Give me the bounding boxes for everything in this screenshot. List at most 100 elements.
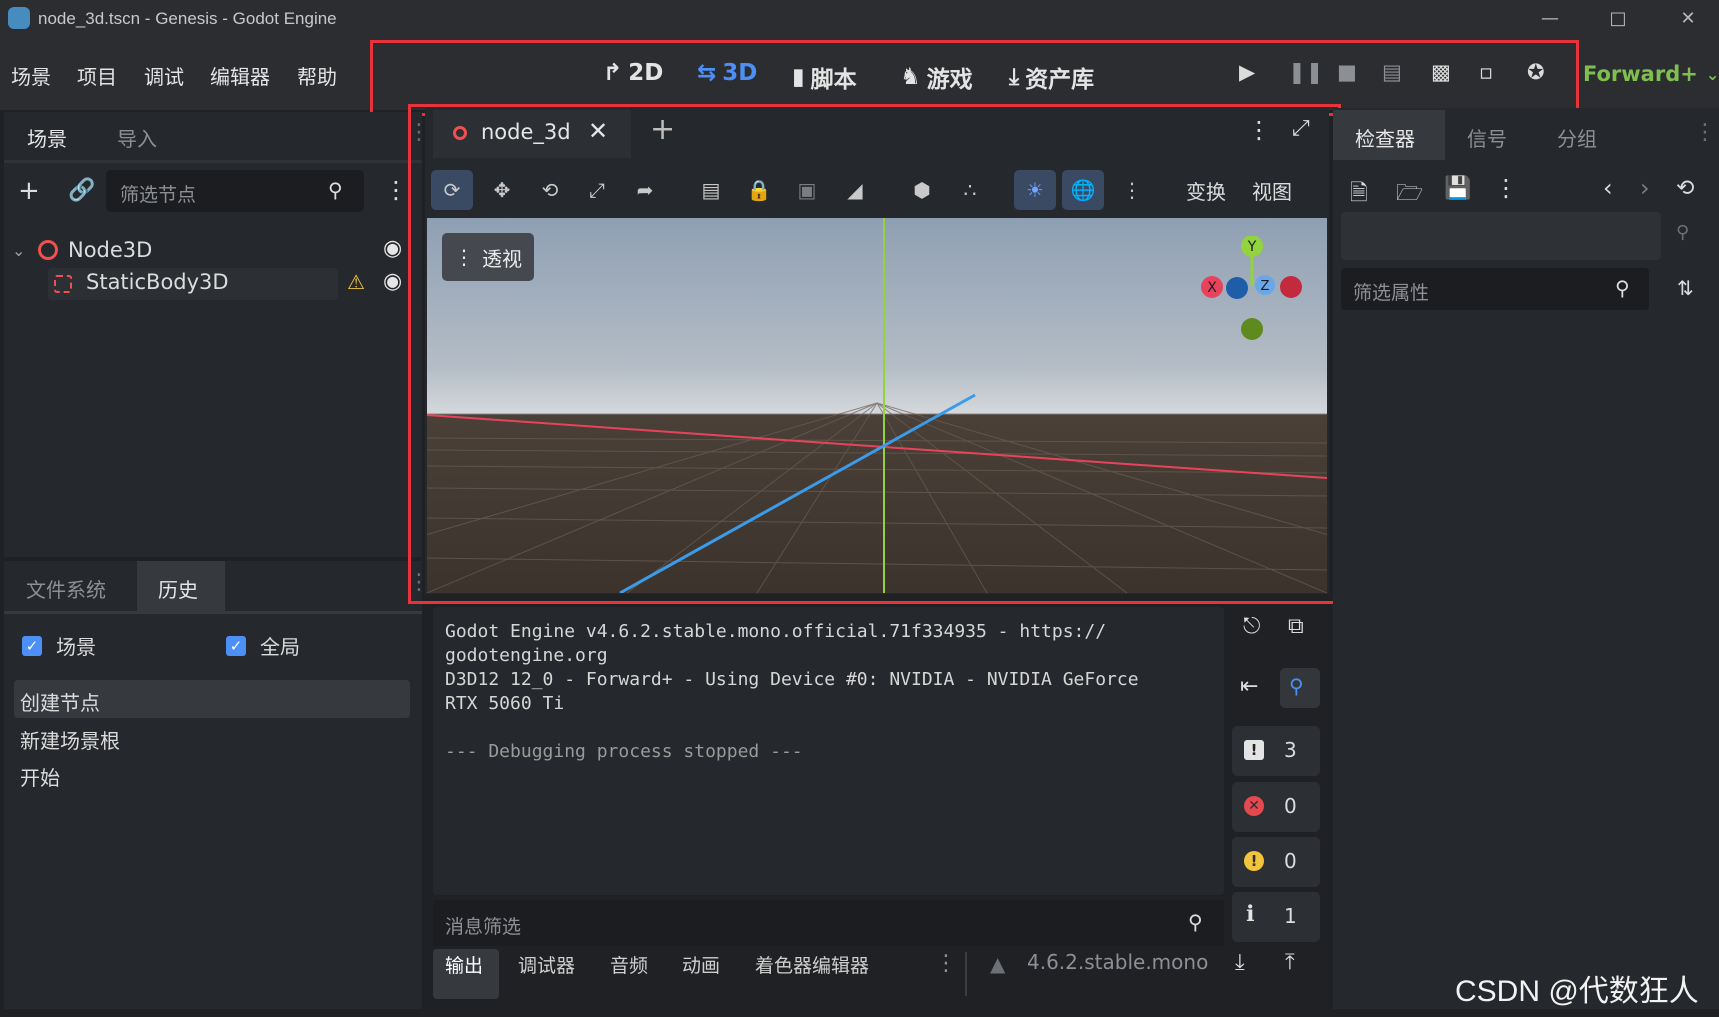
property-tools-icon[interactable]: ⇅ [1677,276,1694,300]
menu-project[interactable]: 项目 [77,61,117,90]
expand-panel-icon[interactable]: ⤒ [1285,950,1295,975]
preview-options-icon[interactable]: ⋮ [1111,170,1153,210]
tab-audio[interactable]: 音频 [610,951,648,978]
pin-icon[interactable]: ⤓ [1235,950,1245,975]
tab-history[interactable]: 历史 [158,574,198,603]
history-item[interactable]: 开始 [20,762,60,791]
open-docs-icon[interactable]: ⚲ [1676,222,1689,243]
lock-icon[interactable]: 🔒 [738,170,780,210]
list-select-icon[interactable]: ➦ [624,170,666,210]
property-filter-input[interactable]: 筛选属性 ⚲ [1341,268,1649,310]
warnings-filter-button[interactable]: ! 0 [1232,837,1320,887]
dock-menu-icon[interactable]: ⋮ [1694,120,1716,145]
history-back-icon[interactable]: ‹ [1603,174,1613,202]
add-node-icon[interactable]: + [18,176,40,206]
menu-debug[interactable]: 调试 [144,61,184,90]
stop-icon[interactable]: ■ [1337,60,1357,84]
save-icon[interactable]: 💾 [1444,176,1471,201]
view-menu[interactable]: 视图 [1252,176,1292,205]
movie-maker-icon[interactable]: ✪ [1527,60,1545,84]
particles-icon[interactable]: ∴ [949,170,991,210]
tab-scene[interactable]: 场景 [27,123,67,152]
distraction-free-icon[interactable]: ⤢ [1292,116,1310,141]
menu-editor[interactable]: 编辑器 [210,61,270,90]
history-item-selected[interactable]: 创建节点 [14,680,410,718]
select-mode-icon[interactable]: ⟳ [431,170,473,210]
mode-script-button[interactable]: ▮ 脚本 [792,60,857,94]
remote-debug-icon[interactable]: ▤ [1382,60,1402,84]
bottom-tabs-menu-icon[interactable]: ⋮ [935,951,957,976]
snap-icon[interactable]: ◢ [834,170,876,210]
scene-filter-input[interactable]: 筛选节点 ⚲ [106,170,364,212]
tab-inspector[interactable]: 检查器 [1355,123,1415,152]
tab-filesystem[interactable]: 文件系统 [26,574,106,603]
history-scene-checkbox[interactable]: ✓ 场景 [22,631,96,660]
tab-import[interactable]: 导入 [117,123,157,152]
play-scene-icon[interactable]: ▩ [1431,60,1451,84]
messages-filter-button[interactable]: ! 3 [1232,726,1320,776]
visibility-eye-icon[interactable]: ◉ [383,236,402,261]
perspective-menu-button[interactable]: ⋮ 透视 [442,233,534,281]
warning-icon[interactable]: ⚠ [347,270,365,294]
errors-filter-button[interactable]: ✕ 0 [1232,782,1320,832]
play-icon[interactable]: ▶ [1239,60,1255,84]
search-icon: ⚲ [1188,910,1203,934]
tab-shader-editor[interactable]: 着色器编辑器 [755,951,869,978]
tab-animation[interactable]: 动画 [682,951,720,978]
gizmo-neg-x-handle[interactable] [1280,276,1302,298]
tab-debugger[interactable]: 调试器 [518,951,575,978]
menu-help[interactable]: 帮助 [297,61,337,90]
history-global-checkbox[interactable]: ✓ 全局 [226,631,300,660]
clear-output-icon[interactable]: ⎋ [1243,614,1260,639]
view-gizmo[interactable]: Y X Z [1197,235,1307,346]
scene-options-icon[interactable]: ⋮ [384,176,408,204]
mode-2d-button[interactable]: ↱ 2D [603,60,663,86]
renderer-select[interactable]: Forward+ ⌄ [1583,62,1719,86]
scene-tabs-menu-icon[interactable]: ⋮ [1247,116,1271,144]
object-history-icon[interactable]: ⟲ [1676,176,1694,201]
collapse-icon[interactable]: ⇤ [1240,674,1258,699]
resource-options-icon[interactable]: ⋮ [1494,174,1518,202]
tab-output[interactable]: 输出 [445,951,483,978]
tree-item-node3d[interactable]: ⌄ Node3D [12,236,152,264]
mode-3d-button[interactable]: ⇆ 3D [697,60,757,86]
group-icon[interactable]: ▣ [786,170,828,210]
tree-item-staticbody3d[interactable]: StaticBody3D [48,268,338,300]
version-label[interactable]: 4.6.2.stable.mono [1027,950,1208,974]
history-item[interactable]: 新建场景根 [20,725,120,754]
pause-icon[interactable]: ❚❚ [1288,60,1323,84]
link-icon[interactable]: 🔗 [68,178,95,203]
close-icon[interactable]: ✕ [1668,4,1708,34]
ruler-icon[interactable]: ▤ [690,170,732,210]
move-mode-icon[interactable]: ✥ [481,170,523,210]
gizmo-neg-z-handle[interactable] [1226,277,1248,299]
open-folder-icon[interactable]: 🗁 [1396,176,1423,214]
maximize-icon[interactable]: □ [1598,4,1638,34]
menu-scene[interactable]: 场景 [11,61,51,90]
environment-preview-icon[interactable]: 🌐 [1062,170,1104,210]
sun-preview-icon[interactable]: ☀ [1014,170,1056,210]
3d-viewport[interactable]: ⋮ 透视 Y X Z [427,218,1327,593]
gizmo-neg-y-handle[interactable] [1241,318,1263,340]
tab-signals[interactable]: 信号 [1467,123,1507,152]
scale-mode-icon[interactable]: ⤢ [576,170,618,210]
tab-groups[interactable]: 分组 [1557,123,1597,152]
copy-output-icon[interactable]: ⧉ [1288,614,1304,639]
scene-tab[interactable]: node_3d ✕ [433,110,631,158]
mode-game-button[interactable]: ♞ 游戏 [900,60,973,94]
add-scene-tab-icon[interactable]: + [650,112,675,147]
info-filter-button[interactable]: ℹ 1 [1232,892,1320,942]
history-forward-icon[interactable]: › [1640,174,1650,202]
mesh-icon[interactable]: ⬢ [901,170,943,210]
output-filter-input[interactable]: 消息筛选 ⚲ [433,900,1224,946]
transform-menu[interactable]: 变换 [1186,176,1226,205]
object-selector[interactable] [1341,212,1661,260]
visibility-eye-icon[interactable]: ◉ [383,269,402,294]
rotate-mode-icon[interactable]: ⟲ [529,170,571,210]
play-custom-scene-icon[interactable]: ▫ [1479,60,1493,84]
mode-asset-lib-button[interactable]: ⤓ 资产库 [1009,60,1094,94]
minimize-icon[interactable]: — [1530,4,1570,34]
close-tab-icon[interactable]: ✕ [588,117,608,145]
filter-toggle-button[interactable]: ⚲ [1280,668,1320,708]
new-resource-icon[interactable]: 🗎 [1350,176,1368,214]
